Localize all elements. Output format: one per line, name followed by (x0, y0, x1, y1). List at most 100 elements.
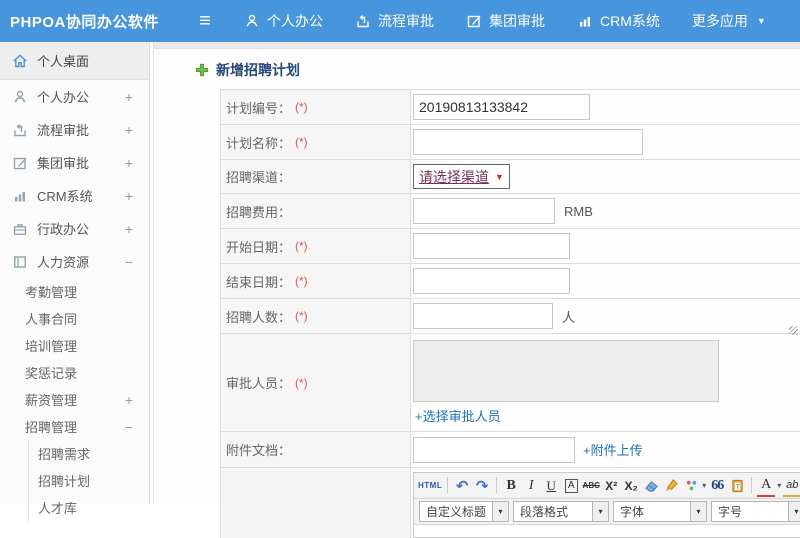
format-painter-icon[interactable] (682, 476, 700, 496)
resize-handle[interactable] (789, 326, 798, 335)
recruit-cost-input[interactable] (413, 198, 555, 224)
combo-label: 字号 (718, 505, 743, 519)
expand-plus-icon[interactable]: + (125, 89, 133, 105)
field-value-cell (411, 90, 800, 124)
sidebar-item-label: CRM系统 (37, 189, 93, 204)
italic-button[interactable]: I (522, 476, 540, 496)
expand-plus-icon[interactable]: + (125, 188, 133, 204)
app-logo: PHPOA协同办公软件 (10, 13, 159, 31)
sidebar-item-recruit-mgmt[interactable]: 招聘管理 − (0, 413, 149, 440)
sidebar-item-label: 集团审批 (37, 156, 90, 171)
attachment-upload-link[interactable]: +附件上传 (583, 440, 643, 459)
plan-name-input[interactable] (413, 129, 643, 155)
sidebar-item-personal-office[interactable]: 个人办公 + (0, 80, 149, 113)
field-label: 结束日期： (*) (221, 264, 411, 298)
edit-icon (13, 157, 27, 169)
sidebar-item-attendance[interactable]: 考勤管理 (0, 278, 149, 305)
channel-select[interactable]: 请选择渠道 ▼ (413, 164, 510, 189)
choose-approvers-link[interactable]: +选择审批人员 (415, 406, 501, 425)
top-nav-label: 更多应用 (691, 13, 748, 29)
sidebar-item-workflow-approval[interactable]: 流程审批 + (0, 113, 149, 146)
redo-icon[interactable]: ↷ (473, 476, 491, 496)
font-size-combo[interactable]: 字号 ▾ (711, 501, 800, 522)
content-top-strip (154, 42, 800, 49)
sidebar-item-admin-office[interactable]: 行政办公 + (0, 212, 149, 245)
caret-down-icon[interactable]: ▾ (777, 481, 781, 490)
sidebar-item-rewards[interactable]: 奖惩记录 (0, 359, 149, 386)
expand-plus-icon[interactable]: + (125, 122, 133, 138)
field-label: 开始日期： (*) (221, 229, 411, 263)
sidebar-item-salary[interactable]: 薪资管理 + (0, 386, 149, 413)
field-value-cell (411, 125, 800, 159)
undo-icon[interactable]: ↶ (453, 476, 471, 496)
sidebar-item-training[interactable]: 培训管理 (0, 332, 149, 359)
highlight-color-button[interactable]: ab (783, 475, 800, 497)
toolbar-separator (496, 477, 498, 494)
sidebar-item-crm[interactable]: CRM系统 + (0, 179, 149, 212)
sidebar-item-hr-contract[interactable]: 人事合同 (0, 305, 149, 332)
sidebar-item-talent-pool[interactable]: 人才库 (29, 494, 149, 521)
people-unit: 人 (562, 309, 576, 325)
expand-plus-icon[interactable]: + (125, 155, 133, 171)
custom-title-combo[interactable]: 自定义标题 ▾ (419, 501, 510, 522)
sidebar-item-personal-desktop[interactable]: 个人桌面 (0, 42, 149, 80)
sidebar-item-group-approval[interactable]: 集团审批 + (0, 146, 149, 179)
caret-down-icon[interactable]: ▾ (702, 481, 706, 490)
html-source-button[interactable]: HTML (418, 476, 442, 496)
top-nav-group-approval[interactable]: 集团审批 (466, 11, 545, 31)
bold-button[interactable]: B (502, 476, 520, 496)
collapse-minus-icon[interactable]: − (125, 419, 133, 435)
add-plus-icon (195, 63, 209, 77)
font-color-button[interactable]: A (757, 475, 776, 497)
field-label: 计划编号： (*) (221, 90, 411, 124)
attachment-input[interactable] (413, 436, 575, 463)
bar-chart-icon (15, 191, 25, 201)
sidebar-item-hr[interactable]: 人力资源 − (0, 245, 149, 278)
top-nav-crm[interactable]: CRM系统 (577, 11, 660, 31)
eraser-icon[interactable] (642, 476, 660, 496)
subscript-button[interactable]: X₂ (622, 476, 640, 496)
field-label: 招聘费用： (221, 194, 411, 228)
top-nav: 个人办公 流程审批 集团审批 CRM系统 更多应用 ▼ (244, 11, 766, 31)
top-nav-personal-office[interactable]: 个人办公 (244, 11, 323, 31)
expand-plus-icon[interactable]: + (125, 221, 133, 237)
underline-button[interactable]: U (542, 476, 560, 496)
combo-label: 段落格式 (520, 505, 569, 519)
approvers-textarea[interactable] (413, 340, 719, 402)
combo-label: 自定义标题 (426, 505, 487, 519)
form-row-end-date: 结束日期： (*) (221, 264, 800, 299)
text-style-button[interactable]: A (564, 478, 578, 493)
field-label: 招聘人数： (*) (221, 299, 411, 333)
font-family-combo[interactable]: 字体 ▾ (613, 501, 708, 522)
sidebar-item-recruit-demand[interactable]: 招聘需求 (29, 440, 149, 467)
workflow-icon (14, 123, 26, 136)
editor-content-area[interactable] (414, 525, 800, 537)
expand-plus-icon[interactable]: + (125, 392, 133, 408)
field-value-cell: RMB (411, 194, 800, 228)
paragraph-format-combo[interactable]: 段落格式 ▾ (513, 501, 610, 522)
start-date-input[interactable] (413, 233, 570, 259)
currency-unit: RMB (564, 203, 593, 219)
top-nav-more-apps[interactable]: 更多应用 ▼ (692, 11, 766, 31)
field-label: 计划名称： (*) (221, 125, 411, 159)
field-label: 审批人员： (*) (221, 334, 411, 431)
required-marker: (*) (295, 375, 308, 390)
svg-text:T: T (736, 484, 740, 491)
sidebar-item-label: 考勤管理 (25, 285, 78, 300)
superscript-button[interactable]: X² (602, 476, 620, 496)
strikethrough-button[interactable]: ABC (582, 476, 600, 496)
form-row-plan-number: 计划编号： (*) (221, 90, 800, 125)
collapse-minus-icon[interactable]: − (125, 254, 133, 270)
field-value-cell: 人 (411, 299, 800, 333)
end-date-input[interactable] (413, 268, 570, 294)
field-value-cell (411, 229, 800, 263)
menu-toggle-icon[interactable]: ≡ (188, 10, 222, 33)
sidebar-item-label: 招聘需求 (38, 447, 91, 462)
sidebar-item-recruit-plan[interactable]: 招聘计划 (29, 467, 149, 494)
blockquote-button[interactable]: 66 (708, 476, 726, 496)
headcount-input[interactable] (413, 303, 553, 329)
paste-icon[interactable]: T (728, 476, 746, 496)
plan-number-input[interactable] (413, 94, 590, 120)
top-nav-workflow-approval[interactable]: 流程审批 (355, 11, 434, 31)
format-brush-icon[interactable] (662, 476, 680, 496)
